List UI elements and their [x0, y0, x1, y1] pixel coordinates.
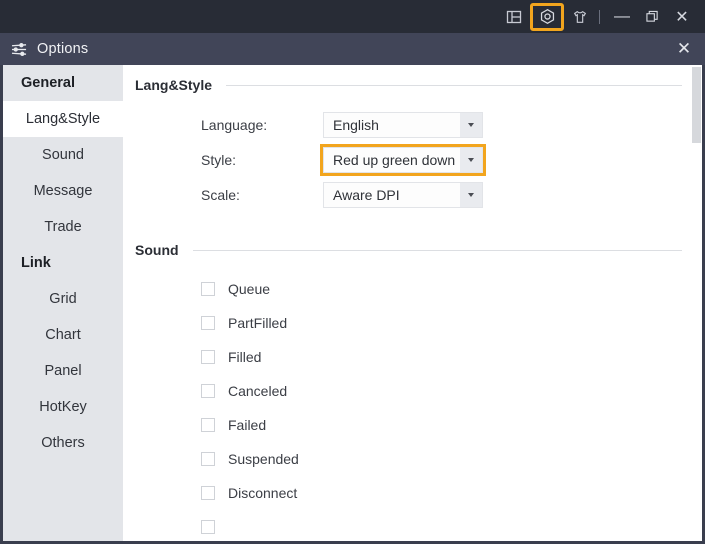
scale-select-wrap: Aware DPI: [323, 181, 483, 208]
checkbox-canceled[interactable]: [201, 384, 215, 398]
sidebar-item-label: Chart: [45, 327, 81, 343]
settings-content-inner: Lang&Style Language: English Style: Red …: [123, 65, 702, 541]
checkbox-disconnect[interactable]: [201, 486, 215, 500]
checkbox-row-failed[interactable]: Failed: [123, 408, 702, 442]
section-header-lang-style: Lang&Style: [123, 77, 702, 93]
section-title: Lang&Style: [135, 77, 213, 93]
options-body: General Lang&Style Sound Message Trade L…: [0, 65, 705, 544]
scale-select-value: Aware DPI: [333, 186, 400, 203]
sidebar-item-label: Panel: [44, 363, 82, 379]
sidebar-item-label: General: [21, 75, 75, 91]
sidebar-item-label: Trade: [44, 219, 82, 235]
checkbox-suspended[interactable]: [201, 452, 215, 466]
language-select-wrap: English: [323, 111, 483, 138]
close-button[interactable]: ✕: [667, 3, 697, 31]
sidebar-item-label: Grid: [49, 291, 77, 307]
style-select-value: Red up green down: [333, 151, 456, 168]
sidebar-item-grid[interactable]: Grid: [3, 281, 123, 317]
scale-label: Scale:: [201, 186, 240, 203]
title-bar-divider: [599, 9, 600, 24]
section-header-sound: Sound: [123, 242, 702, 258]
field-row-scale: Scale: Aware DPI: [123, 177, 702, 212]
settings-gear-icon[interactable]: [530, 2, 564, 31]
section-divider: [192, 249, 682, 251]
sidebar-item-label: Link: [21, 255, 51, 271]
sidebar-item-sound[interactable]: Sound: [3, 137, 123, 173]
checkbox-row-queue[interactable]: Queue: [123, 272, 702, 306]
checkbox-failed[interactable]: [201, 418, 215, 432]
checkbox-label: Canceled: [228, 383, 288, 399]
language-label: Language:: [201, 116, 268, 133]
page-title: Options: [37, 41, 89, 57]
sidebar-item-message[interactable]: Message: [3, 173, 123, 209]
scale-select[interactable]: Aware DPI: [323, 181, 483, 208]
vertical-scrollbar[interactable]: [691, 65, 702, 541]
sidebar-item-lang-style[interactable]: Lang&Style: [3, 101, 123, 137]
sidebar-item-trade[interactable]: Trade: [3, 209, 123, 245]
sound-checkbox-list: Queue PartFilled Filled Canceled Failed …: [123, 272, 702, 541]
application-title-bar: — ✕: [0, 0, 705, 33]
options-window: — ✕ Options ✕ General Lang&Style Sound M…: [0, 0, 705, 544]
section-divider: [226, 84, 682, 86]
minimize-button[interactable]: —: [607, 3, 637, 31]
settings-content-pane: Lang&Style Language: English Style: Red …: [123, 65, 702, 541]
sliders-icon: [11, 42, 28, 57]
sidebar-item-label: Sound: [42, 147, 84, 163]
style-select-wrap: Red up green down: [320, 143, 486, 176]
vertical-scrollbar-thumb[interactable]: [692, 67, 701, 143]
checkbox-label: PartFilled: [228, 315, 288, 331]
language-select[interactable]: English: [323, 111, 483, 138]
checkbox-row-partfilled[interactable]: PartFilled: [123, 306, 702, 340]
checkbox-label: Disconnect: [228, 485, 298, 501]
checkbox-row-filled[interactable]: Filled: [123, 340, 702, 374]
style-select[interactable]: Red up green down: [323, 146, 483, 173]
chevron-down-icon[interactable]: [460, 147, 482, 172]
sidebar-item-label: HotKey: [39, 399, 87, 415]
sidebar-item-label: Lang&Style: [25, 111, 101, 127]
style-label: Style:: [201, 151, 237, 168]
checkbox-partfilled[interactable]: [201, 316, 215, 330]
maximize-button[interactable]: [637, 3, 667, 31]
skin-shirt-icon[interactable]: [566, 4, 594, 30]
layout-panel-icon[interactable]: [500, 4, 528, 30]
checkbox-label: Queue: [228, 281, 271, 297]
checkbox-filled[interactable]: [201, 350, 215, 364]
chevron-down-icon[interactable]: [460, 112, 482, 137]
sidebar-item-hotkey[interactable]: HotKey: [3, 389, 123, 425]
language-select-value: English: [333, 116, 379, 133]
checkbox-row-partial-cutoff[interactable]: [123, 510, 702, 541]
checkbox-queue[interactable]: [201, 282, 215, 296]
checkbox-label: Suspended: [228, 451, 299, 467]
field-row-style: Style: Red up green down: [123, 142, 702, 177]
field-row-language: Language: English: [123, 107, 702, 142]
checkbox-row-suspended[interactable]: Suspended: [123, 442, 702, 476]
sidebar-item-panel[interactable]: Panel: [3, 353, 123, 389]
checkbox-label: Failed: [228, 417, 267, 433]
section-title: Sound: [135, 242, 179, 258]
sidebar-group-link[interactable]: Link: [3, 245, 123, 281]
checkbox-row-canceled[interactable]: Canceled: [123, 374, 702, 408]
sidebar-item-label: Others: [41, 435, 85, 451]
title-bar-icon-group: — ✕: [500, 0, 705, 33]
chevron-down-icon[interactable]: [460, 182, 482, 207]
checkbox-label: Filled: [228, 349, 262, 365]
checkbox-row-disconnect[interactable]: Disconnect: [123, 476, 702, 510]
options-dialog-header: Options ✕: [0, 33, 705, 65]
sidebar-group-general[interactable]: General: [3, 65, 123, 101]
dialog-close-icon[interactable]: ✕: [671, 37, 697, 61]
sidebar-item-chart[interactable]: Chart: [3, 317, 123, 353]
sidebar-item-others[interactable]: Others: [3, 425, 123, 461]
lang-style-fields: Language: English Style: Red up green do…: [123, 107, 702, 212]
settings-sidebar: General Lang&Style Sound Message Trade L…: [3, 65, 123, 541]
checkbox-partial-cutoff[interactable]: [201, 520, 215, 534]
sidebar-item-label: Message: [33, 183, 93, 199]
